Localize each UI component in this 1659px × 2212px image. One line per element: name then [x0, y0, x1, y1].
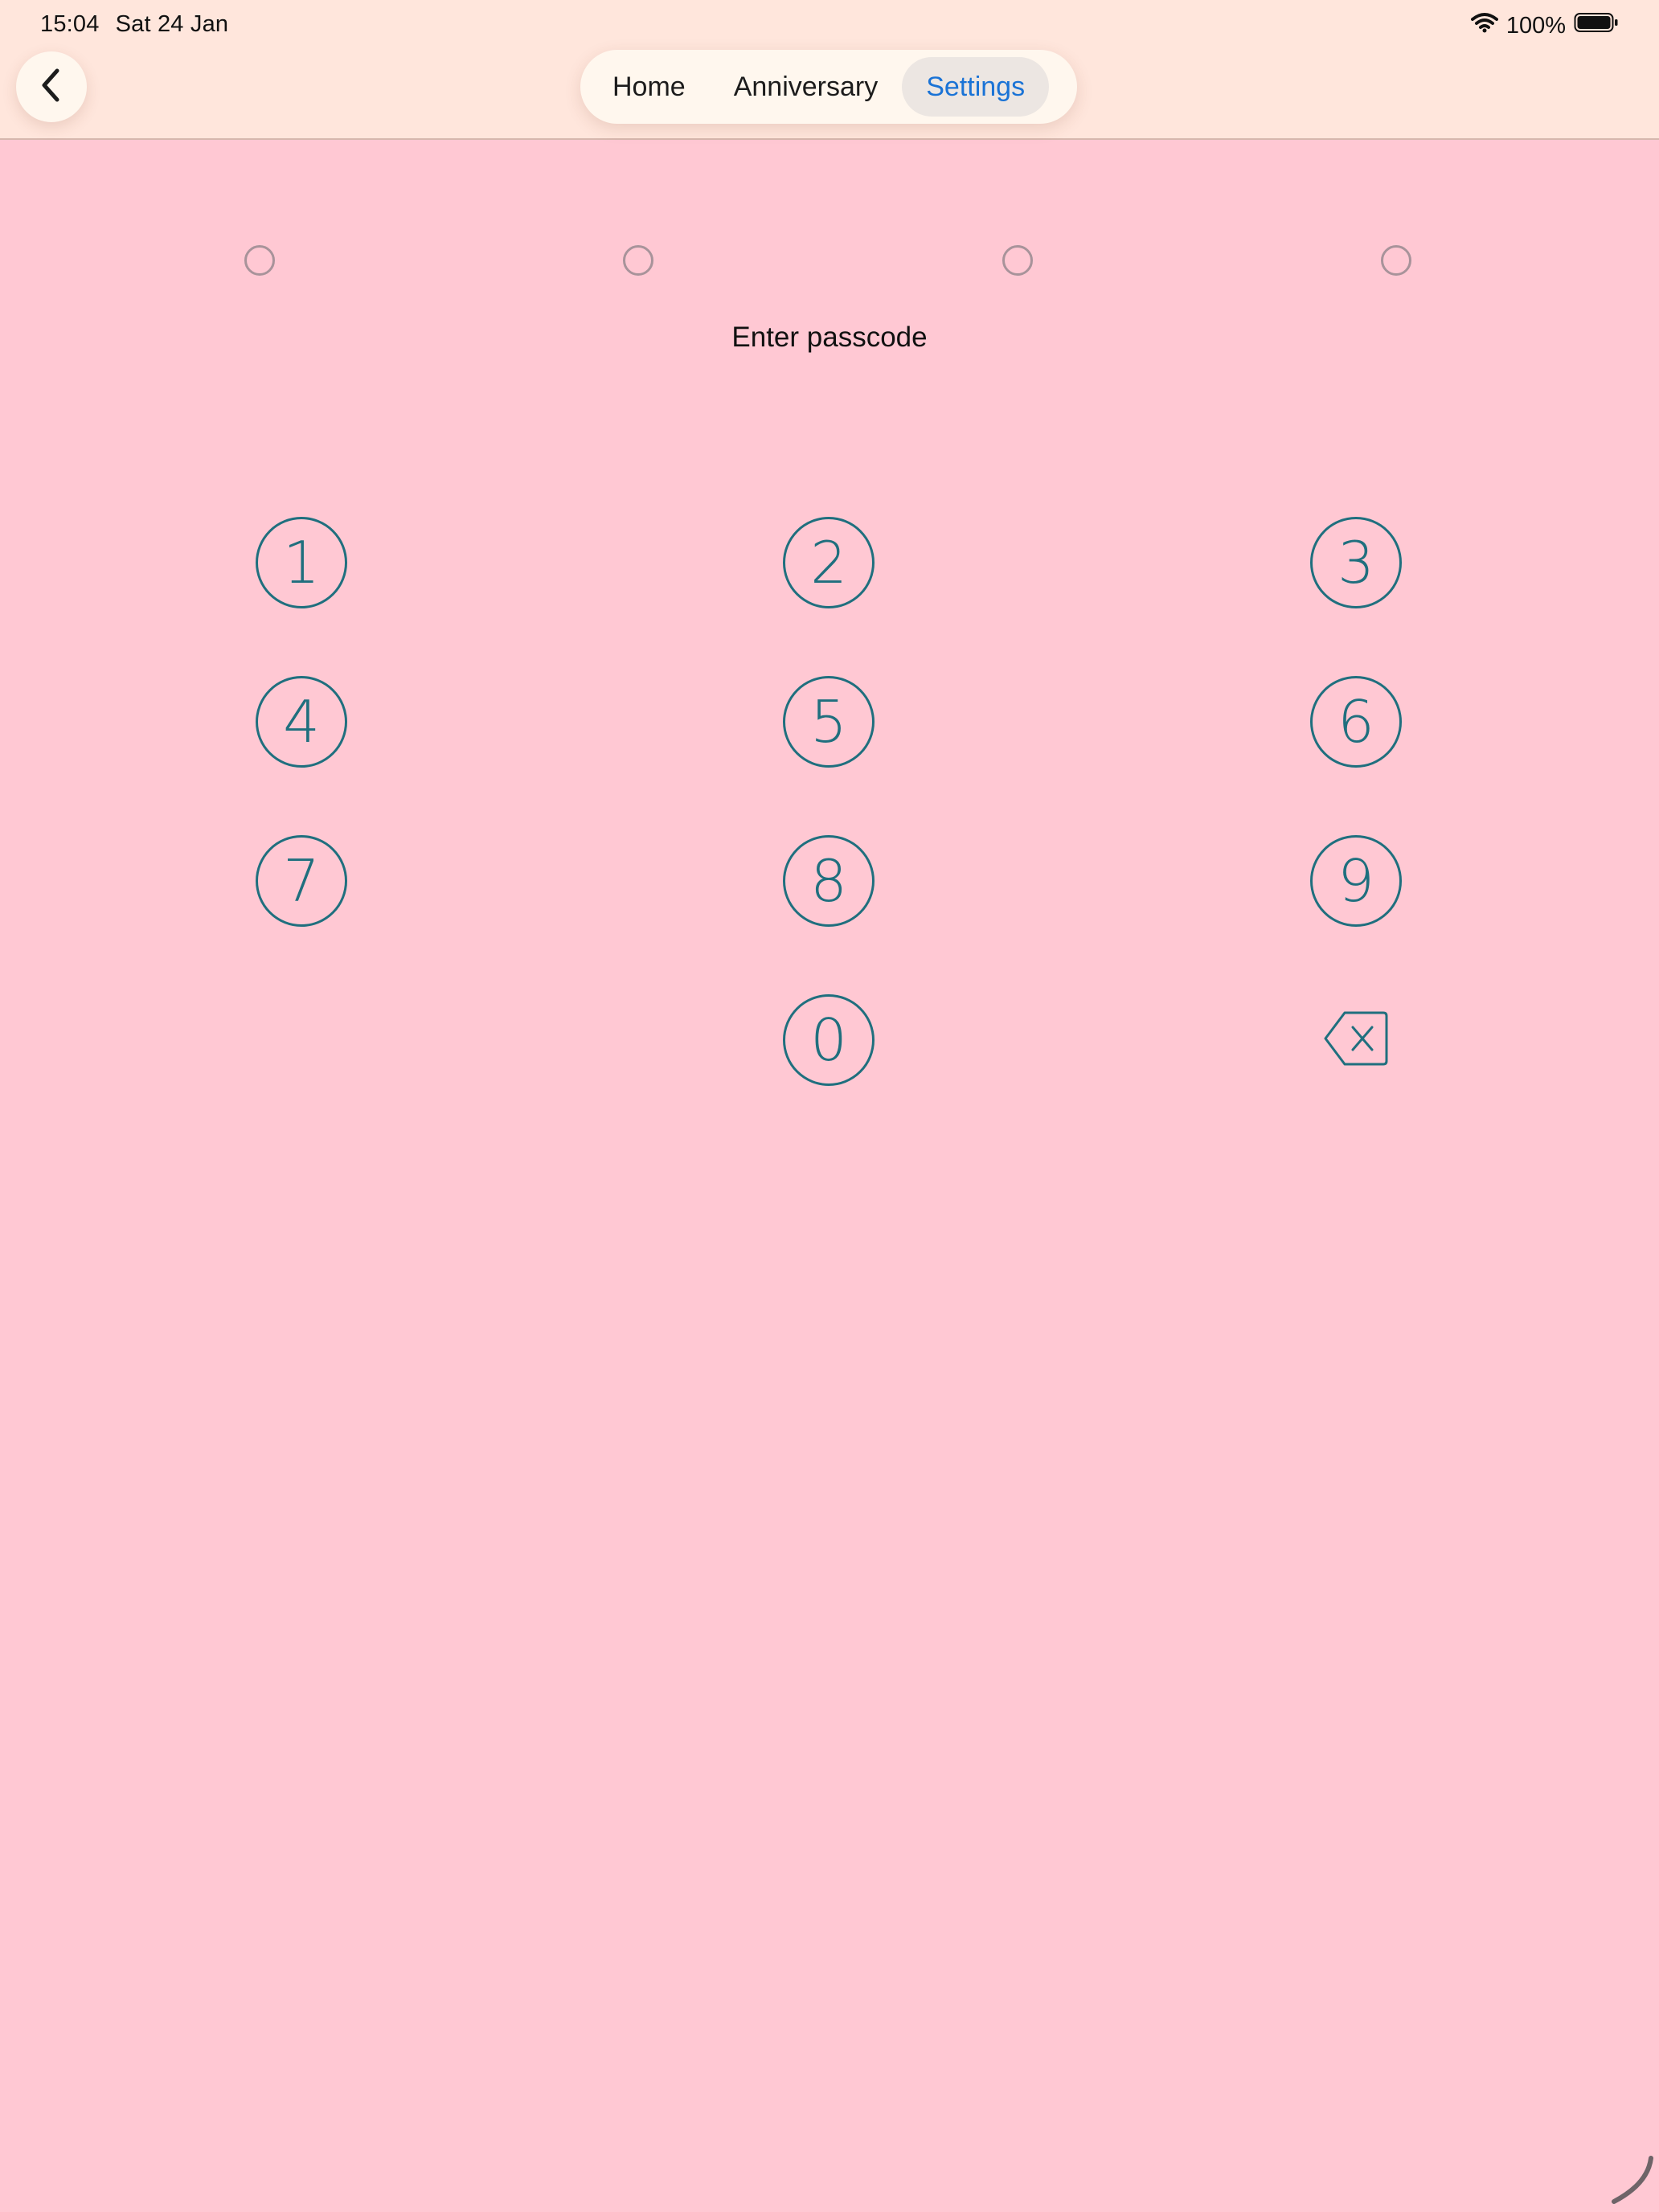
key-label: 7	[283, 847, 320, 915]
passcode-dot	[1381, 245, 1411, 276]
status-time: 15:04	[40, 11, 100, 37]
battery-percent: 100%	[1505, 12, 1566, 39]
passcode-dot	[1002, 245, 1033, 276]
resize-corner-indicator	[1603, 2152, 1659, 2212]
tab-home[interactable]: Home	[588, 57, 710, 117]
key-label: 3	[1337, 529, 1374, 596]
status-date: Sat 24 Jan	[115, 11, 229, 37]
key-label: 0	[810, 1006, 847, 1074]
tab-anniversary[interactable]: Anniversary	[710, 57, 903, 117]
chevron-left-icon	[39, 68, 63, 107]
key-9[interactable]: 9	[1310, 835, 1402, 927]
key-8[interactable]: 8	[783, 835, 875, 927]
key-6[interactable]: 6	[1310, 676, 1402, 768]
passcode-dots	[0, 245, 1659, 281]
status-right: 100%	[1470, 11, 1619, 40]
wifi-icon	[1470, 12, 1498, 39]
key-label: 8	[810, 847, 847, 915]
tab-settings[interactable]: Settings	[902, 57, 1050, 117]
key-2[interactable]: 2	[783, 517, 875, 608]
delete-button[interactable]	[1310, 994, 1402, 1086]
key-label: 4	[283, 688, 320, 756]
back-button[interactable]	[16, 51, 87, 122]
key-4[interactable]: 4	[256, 676, 347, 768]
battery-icon	[1574, 12, 1619, 39]
key-label: 6	[1337, 688, 1374, 756]
passcode-prompt: Enter passcode	[731, 322, 928, 353]
key-label: 9	[1337, 847, 1374, 915]
passcode-dot	[623, 245, 653, 276]
key-7[interactable]: 7	[256, 835, 347, 927]
key-label: 2	[810, 529, 847, 596]
key-label: 1	[283, 529, 320, 596]
key-0[interactable]: 0	[783, 994, 875, 1086]
status-time-date: 15:04 Sat 24 Jan	[40, 11, 228, 38]
passcode-dot	[244, 245, 275, 276]
key-label: 5	[810, 688, 847, 756]
key-1[interactable]: 1	[256, 517, 347, 608]
key-3[interactable]: 3	[1310, 517, 1402, 608]
tab-bar: Home Anniversary Settings	[580, 50, 1077, 124]
delete-backspace-icon	[1322, 1010, 1390, 1071]
key-5[interactable]: 5	[783, 676, 875, 768]
top-bar: 15:04 Sat 24 Jan 100% Home Anniversary S…	[0, 0, 1659, 140]
